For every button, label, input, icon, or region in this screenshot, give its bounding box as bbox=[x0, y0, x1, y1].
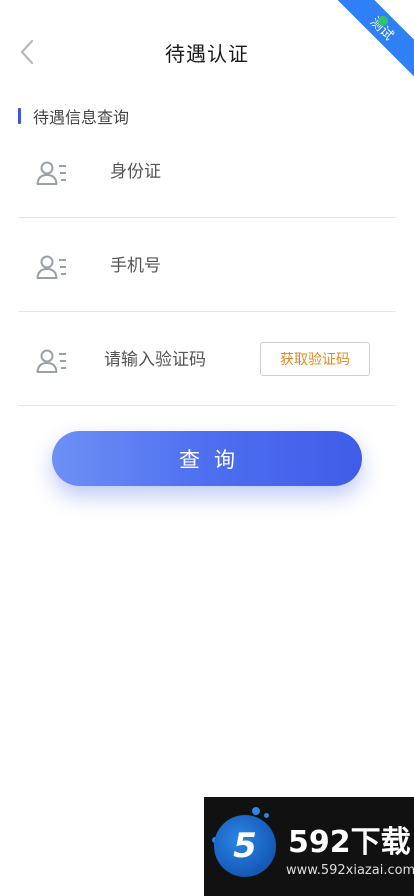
watermark-name: 592下载 bbox=[288, 825, 411, 860]
section-header: 待遇信息查询 bbox=[18, 106, 129, 127]
user-card-icon bbox=[36, 255, 66, 279]
id-card-input[interactable] bbox=[110, 154, 310, 190]
user-card-icon bbox=[36, 349, 66, 373]
verification-code-input[interactable] bbox=[104, 342, 254, 378]
app-header: 待遇认证 测试 bbox=[0, 0, 414, 100]
watermark-dot bbox=[252, 807, 260, 815]
phone-input[interactable] bbox=[110, 248, 310, 284]
ribbon-dot bbox=[378, 16, 388, 26]
watermark-logo: 5 bbox=[214, 815, 276, 877]
watermark-url: www.592xiazai.com bbox=[286, 863, 414, 878]
watermark-logo-digit: 5 bbox=[233, 826, 257, 866]
user-card-icon bbox=[36, 161, 66, 185]
id-card-row bbox=[18, 124, 396, 218]
code-row: 获取验证码 bbox=[18, 312, 396, 406]
page-title: 待遇认证 bbox=[165, 42, 249, 66]
get-code-button[interactable]: 获取验证码 bbox=[260, 342, 370, 376]
query-button[interactable]: 查询 bbox=[52, 431, 362, 486]
watermark: 5 592下载 www.592xiazai.com bbox=[204, 797, 414, 896]
phone-row bbox=[18, 218, 396, 312]
section-accent-bar bbox=[18, 108, 21, 124]
